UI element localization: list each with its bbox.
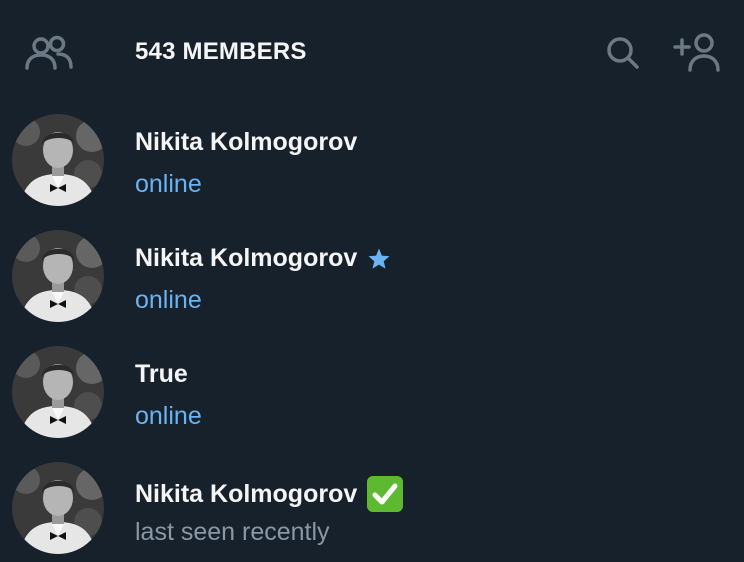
check-icon xyxy=(367,476,404,512)
member-name: Nikita Kolmogorov xyxy=(135,128,357,157)
search-icon[interactable] xyxy=(604,34,642,72)
members-panel: 543 MEMBERS Nikita Kolmogorov online Nik… xyxy=(0,0,744,562)
member-name-text: Nikita Kolmogorov xyxy=(135,479,358,508)
member-row[interactable]: Nikita Kolmogorov online xyxy=(0,104,744,220)
member-status: online xyxy=(135,402,202,430)
member-row[interactable]: Nikita Kolmogorov online xyxy=(0,220,744,336)
member-status: online xyxy=(135,170,202,198)
member-name: Nikita Kolmogorov xyxy=(135,244,391,273)
member-list: Nikita Kolmogorov online Nikita Kolmogor… xyxy=(0,104,744,562)
avatar xyxy=(12,114,104,206)
member-name-text: Nikita Kolmogorov xyxy=(135,244,358,272)
member-name-text: Nikita Kolmogorov xyxy=(135,128,358,156)
add-member-icon[interactable] xyxy=(672,32,722,72)
member-name: Nikita Kolmogorov xyxy=(135,476,404,512)
member-row[interactable]: True online xyxy=(0,336,744,452)
member-status: online xyxy=(135,286,202,314)
members-icon xyxy=(25,35,73,70)
member-row[interactable]: Nikita Kolmogorov last seen recently xyxy=(0,452,744,562)
member-name-text: True xyxy=(135,360,188,388)
avatar xyxy=(12,230,104,322)
member-name: True xyxy=(135,360,188,389)
members-header: 543 MEMBERS xyxy=(0,0,744,104)
star-icon xyxy=(368,248,390,269)
members-count-title: 543 MEMBERS xyxy=(135,38,307,65)
avatar xyxy=(12,462,104,554)
avatar xyxy=(12,346,104,438)
member-status: last seen recently xyxy=(135,518,330,546)
